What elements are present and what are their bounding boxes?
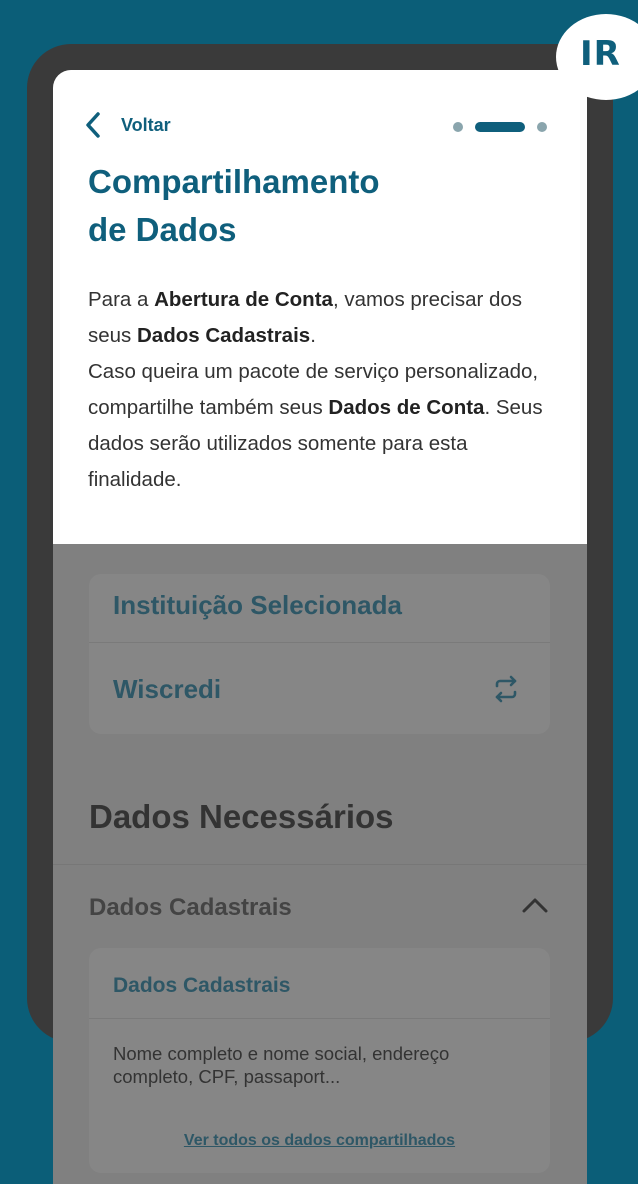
info-sheet: Voltar Compartilhamento de Dados Para a … [53, 70, 587, 544]
description: Para a Abertura de Conta, vamos precisar… [88, 282, 558, 498]
step-indicator [453, 122, 547, 132]
institution-name: Wiscredi [113, 674, 222, 704]
back-label: Voltar [121, 114, 171, 135]
chevron-left-icon [85, 112, 101, 138]
desc-bold: Abertura de Conta [154, 288, 333, 311]
app-screen: Voltar Compartilhamento de Dados Para a … [53, 70, 587, 1184]
data-card-title: Dados Cadastrais [113, 974, 291, 997]
swap-icon[interactable] [491, 674, 521, 709]
page-title-line1: Compartilhamento [88, 163, 380, 200]
desc-bold: Dados de Conta [328, 396, 485, 419]
section-title: Dados Necessários [89, 798, 394, 835]
institution-card: Instituição Selecionada Wiscredi [89, 574, 550, 734]
divider [89, 642, 550, 643]
page-title-line2: de Dados [88, 211, 237, 248]
step-dot-active [475, 122, 525, 132]
back-button[interactable]: Voltar [85, 112, 171, 138]
data-card: Dados Cadastrais Nome completo e nome so… [89, 948, 550, 1173]
desc-text: . [310, 324, 316, 347]
data-card-description: Nome completo e nome social, endereço co… [113, 1043, 450, 1087]
step-dot [453, 122, 463, 132]
step-dot [537, 122, 547, 132]
desc-text: Para a [88, 288, 155, 311]
institution-title: Instituição Selecionada [113, 590, 402, 620]
description-paragraph-1: Para a Abertura de Conta, vamos precisar… [88, 282, 558, 354]
chevron-up-icon[interactable] [521, 896, 549, 919]
divider [53, 864, 587, 865]
page-title: Compartilhamento de Dados [88, 158, 558, 254]
view-all-data-link[interactable]: Ver todos os dados compartilhados [89, 1132, 550, 1150]
ir-badge-label: IR [580, 34, 621, 74]
divider [89, 1018, 550, 1019]
desc-bold: Dados Cadastrais [137, 324, 311, 347]
accordion-header-label[interactable]: Dados Cadastrais [89, 894, 292, 922]
description-paragraph-2: Caso queira um pacote de serviço persona… [88, 354, 558, 498]
